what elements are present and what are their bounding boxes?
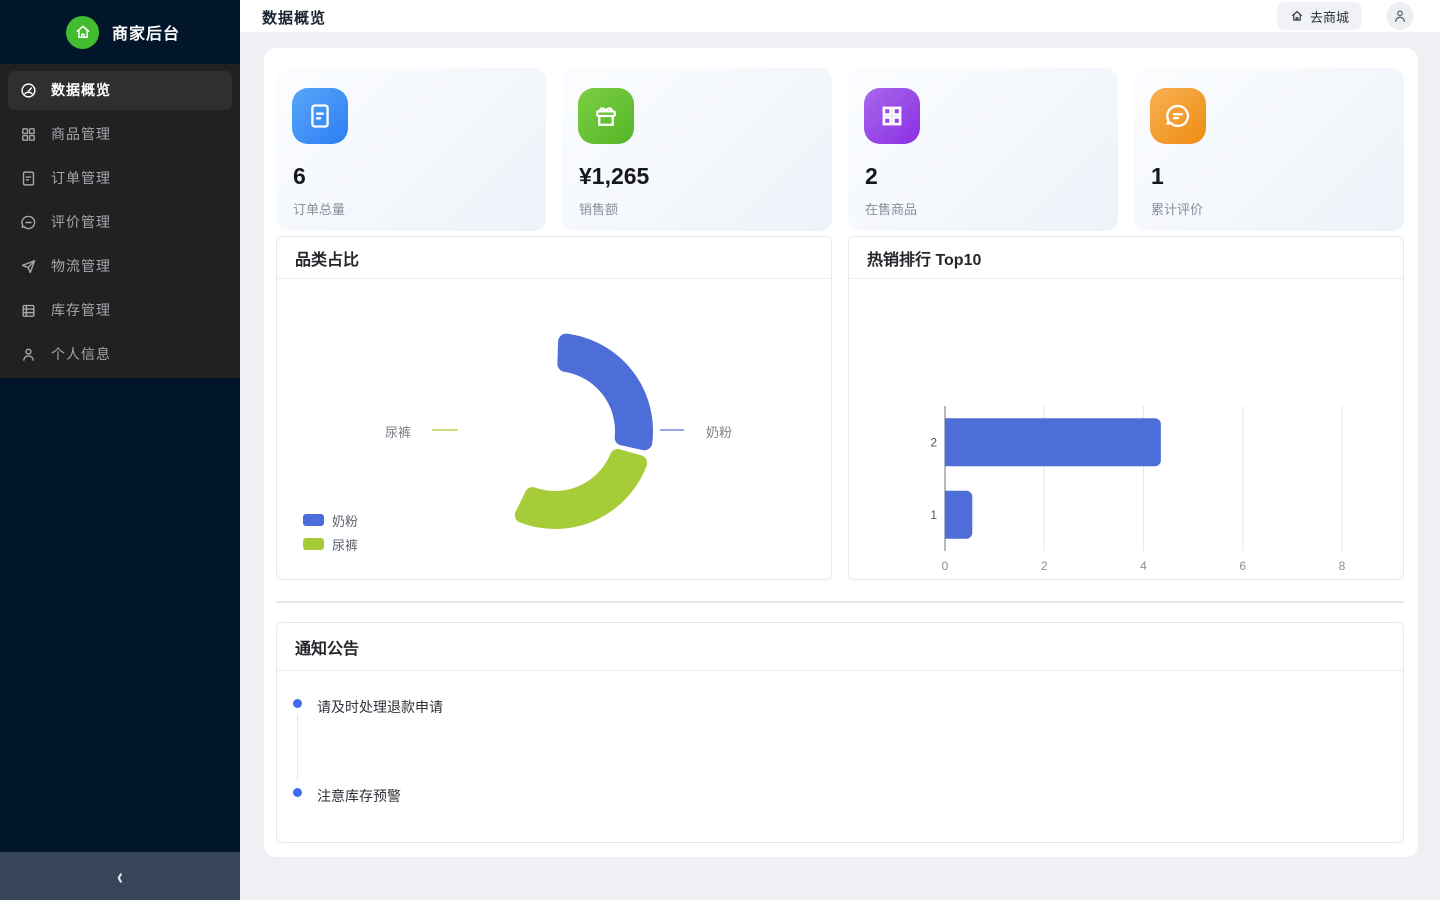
legend-swatch: [303, 538, 324, 550]
donut-legend: 奶粉 尿裤: [303, 508, 358, 556]
go-to-shop-label: 去商城: [1310, 7, 1349, 26]
legend-item-diaper[interactable]: 尿裤: [303, 532, 358, 556]
donut-chart-title: 品类占比: [295, 246, 359, 270]
section-divider: [276, 601, 1404, 603]
sidebar-collapse-button[interactable]: ‹: [0, 852, 240, 900]
go-to-shop-button[interactable]: 去商城: [1277, 2, 1362, 30]
top-sales-card: 热销排行 Top10 0 2 4 6 8 2 1: [848, 236, 1404, 580]
legend-swatch: [303, 514, 324, 526]
stat-card-products: 2 在售商品: [848, 68, 1118, 231]
y-category-label: 2: [930, 435, 937, 449]
stat-label: 在售商品: [865, 199, 917, 218]
logistics-send-icon: [20, 258, 37, 275]
stat-card-orders: 6 订单总量: [276, 68, 546, 231]
x-tick-label: 6: [1239, 559, 1246, 573]
donut-label-left: 尿裤: [351, 422, 411, 441]
gift-icon: [578, 88, 634, 144]
stat-card-reviews: 1 累计评价: [1134, 68, 1404, 231]
x-tick-label: 2: [1041, 559, 1048, 573]
stat-label: 销售额: [579, 199, 618, 218]
order-doc-icon: [292, 88, 348, 144]
app-logo: 商家后台: [0, 0, 240, 64]
orders-doc-icon: [20, 170, 37, 187]
bar-1: [945, 491, 972, 539]
user-icon: [1392, 8, 1408, 24]
shop-home-icon: [1290, 9, 1304, 23]
x-tick-label: 4: [1140, 559, 1147, 573]
x-tick-label: 0: [942, 559, 949, 573]
stat-label: 订单总量: [293, 199, 345, 218]
card-header: 热销排行 Top10: [849, 237, 1403, 279]
sidebar-item-logistics[interactable]: 物流管理: [0, 244, 240, 288]
bar-chart-title: 热销排行 Top10: [867, 246, 981, 270]
x-tick-label: 8: [1339, 559, 1346, 573]
sidebar-item-orders[interactable]: 订单管理: [0, 156, 240, 200]
notices-card: 通知公告 请及时处理退款申请 注意库存预警: [276, 622, 1404, 843]
stat-value: 1: [1151, 163, 1164, 190]
sidebar-item-products[interactable]: 商品管理: [0, 112, 240, 156]
legend-item-milk[interactable]: 奶粉: [303, 508, 358, 532]
sidebar-item-profile[interactable]: 个人信息: [0, 332, 240, 376]
grid-icon: [864, 88, 920, 144]
notices-title: 通知公告: [295, 635, 359, 659]
app-title: 商家后台: [112, 20, 180, 44]
stat-value: ¥1,265: [579, 163, 649, 190]
reviews-chat-icon: [20, 214, 37, 231]
notice-dot: [293, 699, 302, 708]
sidebar-item-reviews[interactable]: 评价管理: [0, 200, 240, 244]
chat-icon: [1150, 88, 1206, 144]
top-sales-bar-chart: 0 2 4 6 8 2 1: [849, 279, 1403, 581]
y-category-label: 1: [930, 508, 937, 522]
top-header: 数据概览 去商城: [240, 0, 1440, 32]
stat-value: 2: [865, 163, 878, 190]
timeline-tail: [297, 714, 298, 780]
category-share-card: 品类占比 尿裤 奶粉 奶粉 尿裤: [276, 236, 832, 580]
bar-2: [945, 418, 1161, 466]
products-grid-icon: [20, 126, 37, 143]
home-logo-icon: [66, 16, 99, 49]
stat-value: 6: [293, 163, 306, 190]
donut-label-right: 奶粉: [706, 422, 732, 441]
donut-slice-奶粉: [557, 334, 653, 451]
stat-label: 累计评价: [1151, 199, 1203, 218]
page-title: 数据概览: [262, 7, 326, 28]
notice-dot: [293, 788, 302, 797]
user-avatar-button[interactable]: [1386, 2, 1414, 30]
sidebar: 商家后台 数据概览 商品管理: [0, 0, 240, 900]
card-header: 品类占比: [277, 237, 831, 279]
notice-item: 请及时处理退款申请: [317, 697, 443, 717]
sidebar-menu: 数据概览 商品管理 订单管理: [0, 64, 240, 378]
sidebar-item-data-overview[interactable]: 数据概览: [0, 68, 240, 112]
profile-user-icon: [20, 346, 37, 363]
inventory-box-icon: [20, 302, 37, 319]
dashboard-icon: [20, 82, 37, 99]
sidebar-item-inventory[interactable]: 库存管理: [0, 288, 240, 332]
card-header: 通知公告: [277, 623, 1403, 671]
donut-slice-尿裤: [515, 449, 647, 529]
chevron-left-icon: ‹: [117, 864, 123, 887]
notice-item: 注意库存预警: [317, 786, 401, 806]
stat-card-sales: ¥1,265 销售额: [562, 68, 832, 231]
